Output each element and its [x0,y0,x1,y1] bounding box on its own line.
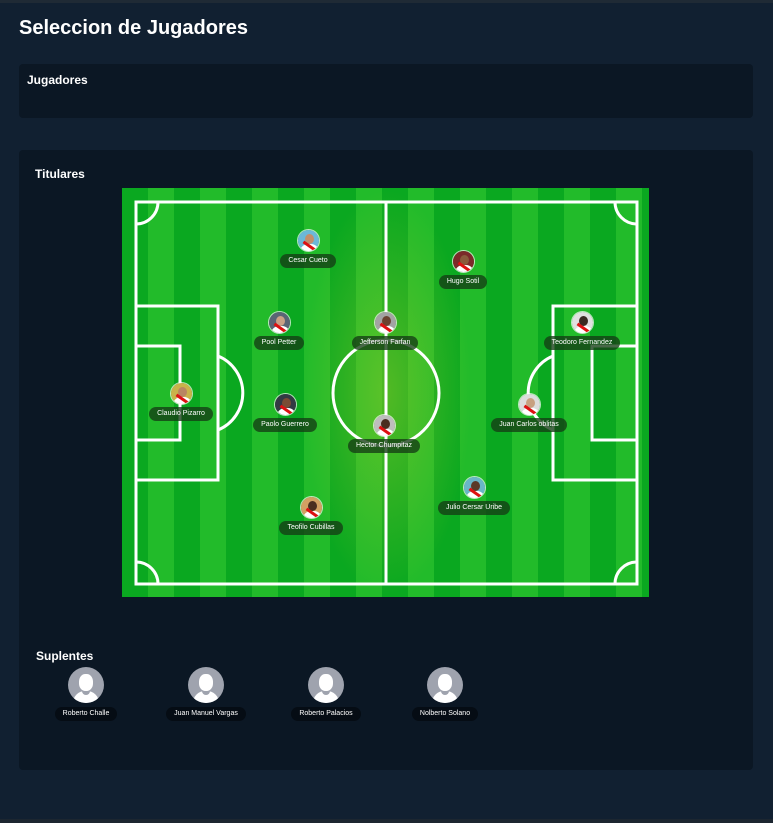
player-name: Cesar Cueto [280,254,336,268]
titulares-title: Titulares [35,167,85,181]
corner-arc-bottom-left [135,560,160,585]
corner-arc-top-right [613,201,638,226]
substitute-card[interactable]: Nolberto Solano [400,667,490,723]
player-token[interactable]: Cesar Cueto [258,229,358,273]
football-pitch[interactable]: Cesar Cueto Hugo Sotil Pool Petter Jeffe… [122,188,649,597]
jugadores-title: Jugadores [27,73,88,87]
player-token[interactable]: Juan Carlos oblitas [479,393,579,437]
player-avatar [296,229,320,252]
player-token[interactable]: Jefferson Farfan [335,311,435,355]
default-avatar-icon [308,667,344,703]
substitute-card[interactable]: Roberto Palacios [281,667,371,723]
player-name: Claudio Pizarro [149,407,213,421]
player-avatar [451,250,475,273]
lineup-panel: Titulares Cesar Cueto Hugo Sotil Pool Pe… [19,150,753,770]
substitute-name: Roberto Palacios [291,707,361,721]
substitute-card[interactable]: Juan Manuel Vargas [161,667,251,723]
player-token[interactable]: Hugo Sotil [413,250,513,294]
default-avatar-icon [68,667,104,703]
player-name: Teodoro Fernandez [543,336,621,350]
player-token[interactable]: Claudio Pizarro [131,382,231,426]
player-avatar [570,311,594,334]
player-name: Jefferson Farfan [351,336,419,350]
corner-arc-top-left [135,201,160,226]
player-name: Juan Carlos oblitas [491,418,567,432]
player-avatar [373,311,397,334]
right-goal-box [590,344,639,442]
player-token[interactable]: Pool Petter [229,311,329,355]
player-avatar [169,382,193,405]
jugadores-panel: Jugadores [19,64,753,118]
player-avatar [372,414,396,437]
player-name: Teofilo Cubillas [279,521,343,535]
player-name: Hector Chumpitaz [347,439,421,453]
substitute-name: Juan Manuel Vargas [166,707,246,721]
top-border [0,0,773,3]
player-name: Paolo Guerrero [253,418,317,432]
player-token[interactable]: Teodoro Fernandez [532,311,632,355]
substitute-card[interactable]: Roberto Challe [41,667,131,723]
default-avatar-icon [188,667,224,703]
player-name: Pool Petter [253,336,305,350]
player-token[interactable]: Hector Chumpitaz [334,414,434,458]
suplentes-title: Suplentes [36,649,94,663]
substitute-name: Nolberto Solano [411,707,479,721]
page-title: Seleccion de Jugadores [19,17,248,39]
player-token[interactable]: Julio Cersar Uribe [424,476,524,520]
player-name: Hugo Sotil [438,275,488,289]
player-avatar [267,311,291,334]
player-avatar [299,496,323,519]
player-avatar [517,393,541,416]
corner-arc-bottom-right [613,560,638,585]
player-token[interactable]: Teofilo Cubillas [261,496,361,540]
default-avatar-icon [427,667,463,703]
player-token[interactable]: Paolo Guerrero [235,393,335,437]
player-avatar [273,393,297,416]
player-avatar [462,476,486,499]
substitute-name: Roberto Challe [54,707,118,721]
bottom-border [0,819,773,823]
player-name: Julio Cersar Uribe [437,501,511,515]
